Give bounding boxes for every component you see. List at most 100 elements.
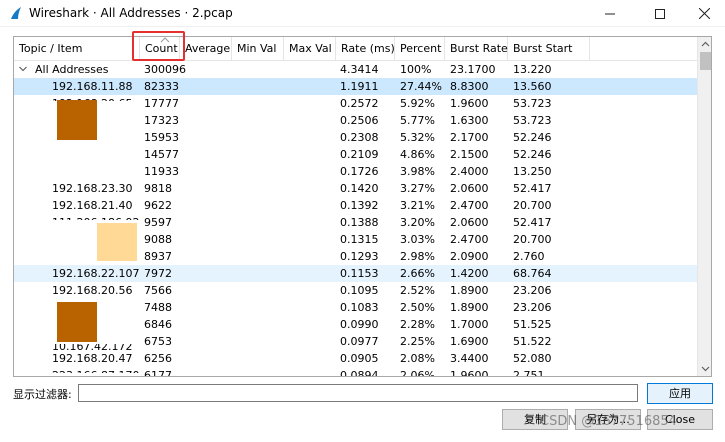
percent-cell: 3.27%	[400, 182, 435, 195]
burst-rate-cell: 1.9600	[450, 97, 489, 110]
wireshark-fin-icon	[11, 7, 21, 19]
apply-button[interactable]: 应用	[647, 383, 713, 404]
count-cell: 6256	[144, 352, 172, 365]
rate-cell: 4.3414	[340, 63, 379, 76]
obscured-item-label: 10.167.42.172	[52, 344, 132, 350]
table-row[interactable]: 192.168.23.30 9818 0.1420 3.27% 2.0600 52.417	[14, 180, 697, 197]
burst-rate-cell: 1.7000	[450, 318, 489, 331]
burst-rate-cell: 1.6900	[450, 335, 489, 348]
minimize-button[interactable]	[587, 0, 633, 27]
rate-cell: 0.0905	[340, 352, 379, 365]
burst-start-cell: 13.250	[513, 165, 552, 178]
count-column-highlight	[132, 31, 185, 61]
table-row[interactable]: 192.168.11.88 82333 1.1911 27.44% 8.8300 13.5…	[14, 78, 697, 95]
percent-cell: 5.32%	[400, 131, 435, 144]
obscured-item-label: 111.206.186.92	[52, 214, 139, 220]
count-cell: 8937	[144, 250, 172, 263]
burst-rate-cell: 1.6300	[450, 114, 489, 127]
burst-rate-cell: 2.0600	[450, 182, 489, 195]
burst-rate-cell: 2.1500	[450, 148, 489, 161]
scrollbar-thumb[interactable]	[700, 52, 711, 70]
close-icon	[698, 8, 710, 19]
burst-start-cell: 68.764	[513, 267, 552, 280]
table-body[interactable]: All Addresses 300096 4.3414 100% 23.1700 13.2…	[14, 61, 697, 377]
table-row[interactable]: 17323 0.2506 5.77% 1.6300 53.723	[14, 112, 697, 129]
redaction-block	[57, 302, 97, 342]
maximize-button[interactable]	[637, 0, 683, 27]
count-cell: 6846	[144, 318, 172, 331]
rate-cell: 0.0977	[340, 335, 379, 348]
statistics-table[interactable]: Topic / Item Count Average Min Val Max Val Ra…	[13, 36, 712, 377]
close-window-button[interactable]	[681, 0, 725, 27]
rate-cell: 0.1095	[340, 284, 379, 297]
table-row[interactable]: 11933 0.1726 3.98% 2.4000 13.250	[14, 163, 697, 180]
table-row[interactable]: 192.168.20.47 6256 0.0905 2.08% 3.4400 52.080	[14, 350, 697, 367]
column-header[interactable]: Percent	[395, 37, 445, 61]
chevron-down-icon[interactable]	[19, 66, 27, 72]
table-row[interactable]: 15953 0.2308 5.32% 2.1700 52.246	[14, 129, 697, 146]
count-cell: 6177	[144, 369, 172, 377]
column-header[interactable]: Rate (ms)	[336, 37, 395, 61]
rate-cell: 0.2506	[340, 114, 379, 127]
burst-rate-cell: 2.0900	[450, 250, 489, 263]
burst-rate-cell: 2.4700	[450, 199, 489, 212]
burst-start-cell: 52.417	[513, 216, 552, 229]
burst-start-cell: 23.206	[513, 301, 552, 314]
obscured-item-label: 223.166.87.170	[52, 367, 139, 373]
burst-rate-cell: 2.4700	[450, 233, 489, 246]
title-bar: Wireshark · All Addresses · 2.pcap	[0, 0, 725, 27]
burst-start-cell: 53.723	[513, 114, 552, 127]
percent-cell: 2.28%	[400, 318, 435, 331]
burst-rate-cell: 2.1700	[450, 131, 489, 144]
column-header[interactable]: Topic / Item	[14, 37, 140, 61]
column-header[interactable]: Burst Start	[508, 37, 590, 61]
burst-rate-cell: 3.4400	[450, 352, 489, 365]
count-cell: 11933	[144, 165, 179, 178]
percent-cell: 2.50%	[400, 301, 435, 314]
burst-rate-cell: 1.9600	[450, 369, 489, 377]
rate-cell: 0.1392	[340, 199, 379, 212]
count-cell: 9818	[144, 182, 172, 195]
vertical-scrollbar[interactable]	[697, 37, 711, 376]
burst-start-cell: 52.246	[513, 148, 552, 161]
percent-cell: 27.44%	[400, 80, 442, 93]
table-item-cell: 192.168.20.56	[52, 284, 133, 297]
column-header[interactable]: Min Val	[232, 37, 284, 61]
display-filter-input[interactable]	[78, 384, 638, 402]
column-header[interactable]: Average	[180, 37, 232, 61]
table-row[interactable]: 192.168.20.56 7566 0.1095 2.52% 1.8900 23.206	[14, 282, 697, 299]
rate-cell: 0.2308	[340, 131, 379, 144]
maximize-icon	[655, 8, 665, 19]
table-row[interactable]: 6846 0.0990 2.28% 1.7000 51.525	[14, 316, 697, 333]
burst-start-cell: 53.723	[513, 97, 552, 110]
percent-cell: 2.08%	[400, 352, 435, 365]
count-cell: 9088	[144, 233, 172, 246]
table-row[interactable]: 192.168.21.40 9622 0.1392 3.21% 2.4700 20.700	[14, 197, 697, 214]
column-header[interactable]: Burst Rate	[445, 37, 508, 61]
burst-start-cell: 13.220	[513, 63, 552, 76]
burst-rate-cell: 23.1700	[450, 63, 496, 76]
scroll-up-icon[interactable]	[701, 40, 710, 49]
tree-root-row[interactable]: All Addresses 300096 4.3414 100% 23.1700 13.2…	[14, 61, 697, 78]
rate-cell: 0.0990	[340, 318, 379, 331]
table-row[interactable]: 7488 0.1083 2.50% 1.8900 23.206	[14, 299, 697, 316]
count-cell: 9597	[144, 216, 172, 229]
burst-start-cell: 51.522	[513, 335, 552, 348]
burst-start-cell: 52.080	[513, 352, 552, 365]
count-cell: 17323	[144, 114, 179, 127]
table-header: Topic / Item Count Average Min Val Max Val Ra…	[14, 37, 697, 61]
percent-cell: 2.06%	[400, 369, 435, 377]
count-cell: 9622	[144, 199, 172, 212]
table-row[interactable]: 14577 0.2109 4.86% 2.1500 52.246	[14, 146, 697, 163]
burst-start-cell: 2.751	[513, 369, 545, 377]
percent-cell: 3.03%	[400, 233, 435, 246]
percent-cell: 4.86%	[400, 148, 435, 161]
table-row[interactable]: 192.168.22.107 7972 0.1153 2.66% 1.4200 68.76…	[14, 265, 697, 282]
count-cell: 7566	[144, 284, 172, 297]
rate-cell: 0.2572	[340, 97, 379, 110]
table-item-cell: 192.168.21.40	[52, 199, 133, 212]
scroll-down-icon[interactable]	[701, 364, 710, 373]
column-header[interactable]: Max Val	[284, 37, 336, 61]
burst-start-cell: 23.206	[513, 284, 552, 297]
count-cell: 7972	[144, 267, 172, 280]
